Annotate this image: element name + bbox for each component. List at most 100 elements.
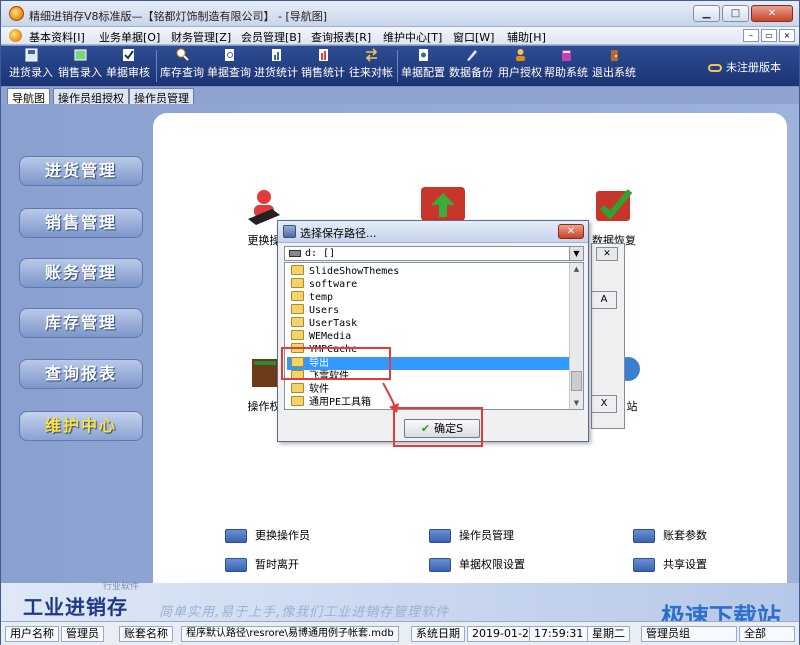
tool-doc-query[interactable]: 单据查询 [207, 48, 251, 80]
feature-label: 操作权 [247, 400, 281, 413]
link-doc-permission-settings[interactable]: 单据权限设置 [429, 556, 525, 572]
tool-stock-query[interactable]: 库存查询 [160, 48, 204, 80]
drive-select[interactable]: d: [] ▼ [284, 246, 584, 261]
link-change-operator[interactable]: 更换操作员 [225, 527, 310, 543]
scroll-thumb[interactable] [571, 371, 582, 391]
tab-operator-group-auth[interactable]: 操作员组授权 [53, 88, 129, 105]
tool-doc-config[interactable]: 单据配置 [401, 48, 445, 80]
folder-item[interactable]: Users [291, 304, 569, 317]
mdi-restore-button[interactable]: ▭ [761, 29, 777, 42]
folder-icon [291, 304, 304, 314]
menu-maintenance[interactable]: 维护中心[T] [383, 29, 442, 45]
status-weekday: 星期二 [587, 626, 630, 642]
folder-list[interactable]: SlideShowThemes software temp Users User… [284, 262, 584, 410]
tool-data-backup[interactable]: 数据备份 [449, 48, 493, 80]
tool-user-auth[interactable]: 用户授权 [498, 48, 542, 80]
dialog-close-button[interactable]: ✕ [558, 224, 584, 239]
folder-item[interactable]: 软件 [291, 383, 569, 396]
link-temporary-leave[interactable]: 暂时离开 [225, 556, 299, 572]
tool-label: 销售统计 [301, 66, 345, 79]
tool-purchase-stats[interactable]: 进货统计 [254, 48, 298, 80]
folder-item[interactable]: temp [291, 291, 569, 304]
toolbar-separator [156, 50, 157, 82]
folder-item[interactable]: software [291, 278, 569, 291]
tool-label: 进货录入 [9, 66, 53, 79]
menu-finance[interactable]: 财务管理[Z] [171, 29, 231, 45]
folder-item[interactable]: UserTask [291, 317, 569, 330]
chevron-down-icon[interactable]: ▼ [569, 247, 583, 260]
folder-name: UserTask [309, 318, 358, 329]
background-dialog-button-a[interactable]: A [591, 291, 617, 309]
tool-purchase-entry[interactable]: 进货录入 [9, 48, 53, 80]
tool-reconcile[interactable]: 往来对帐 [349, 48, 393, 80]
nav-inventory-management[interactable]: 库存管理 [19, 308, 143, 338]
toolbar-separator [397, 50, 398, 82]
menu-help[interactable]: 辅助[H] [507, 29, 546, 45]
status-user: 管理员 [61, 626, 104, 642]
folder-list-scrollbar[interactable]: ▲ ▼ [569, 263, 583, 409]
link-label: 共享设置 [663, 558, 707, 571]
exit-icon [610, 50, 618, 61]
highlight-ok-button [393, 407, 483, 447]
tool-label: 销售录入 [58, 66, 102, 79]
folder-icon [291, 396, 304, 406]
tool-exit[interactable]: 退出系统 [592, 48, 636, 80]
tool-label: 单据配置 [401, 66, 445, 79]
registration-status[interactable]: 未注册版本 [708, 59, 781, 75]
tab-operator-management[interactable]: 操作员管理 [129, 88, 194, 105]
monitor-icon [429, 529, 451, 543]
monitor-icon [429, 558, 451, 572]
nav-accounts-management[interactable]: 账务管理 [19, 258, 143, 288]
link-share-settings[interactable]: 共享设置 [633, 556, 707, 572]
feature-label: 更换操 [247, 234, 281, 247]
menu-basic-info[interactable]: 基本资料[I] [29, 29, 85, 45]
main-window: 精细进销存V8标准版—【铭都灯饰制造有限公司】 - [导航图] ▁ □ ✕ 基本… [0, 0, 800, 645]
mdi-minimize-button[interactable]: – [743, 29, 759, 42]
doc-search-icon [224, 49, 234, 61]
tool-sales-entry[interactable]: 销售录入 [58, 48, 102, 80]
menu-window[interactable]: 窗口[W] [453, 29, 494, 45]
unregistered-label: 未注册版本 [726, 61, 781, 74]
status-set-label: 账套名称 [119, 626, 173, 642]
folder-name: SlideShowThemes [309, 266, 400, 277]
tool-sales-stats[interactable]: 销售统计 [301, 48, 345, 80]
status-date-label: 系统日期 [411, 626, 465, 642]
link-operator-management[interactable]: 操作员管理 [429, 527, 514, 543]
nav-purchase-management[interactable]: 进货管理 [19, 156, 143, 186]
feature-data-restore[interactable]: 数据恢复 [587, 187, 641, 248]
menu-members[interactable]: 会员管理[B] [241, 29, 301, 45]
link-label: 账套参数 [663, 529, 707, 542]
menu-business-docs[interactable]: 业务单据[O] [99, 29, 160, 45]
dialog-title: 选择保存路径... [300, 227, 377, 240]
folder-item[interactable]: SlideShowThemes [291, 265, 569, 278]
tool-help[interactable]: 帮助系统 [544, 48, 588, 80]
data-backup-icon[interactable] [421, 187, 465, 221]
minimize-button[interactable]: ▁ [693, 5, 720, 22]
tool-label: 单据查询 [207, 66, 251, 79]
app-logo-icon [9, 6, 24, 21]
nav-query-reports[interactable]: 查询报表 [19, 359, 143, 389]
background-dialog-button-x[interactable]: X [591, 395, 617, 413]
user-icon [515, 49, 525, 61]
disk-icon [25, 48, 37, 62]
chart-icon [318, 49, 328, 61]
link-set-params[interactable]: 账套参数 [633, 527, 707, 543]
tab-nav-map[interactable]: 导航图 [7, 88, 50, 105]
brand-name: 工业进销存 [23, 595, 128, 619]
menu-reports[interactable]: 查询报表[R] [311, 29, 371, 45]
scroll-up-icon[interactable]: ▲ [570, 263, 583, 275]
folder-name: 通用PE工具箱 [309, 397, 372, 408]
tool-doc-audit[interactable]: 单据审核 [106, 48, 150, 80]
folder-item[interactable]: WEMedia [291, 330, 569, 343]
maximize-button[interactable]: □ [722, 5, 749, 22]
link-label: 单据权限设置 [459, 558, 525, 571]
close-button[interactable]: ✕ [751, 5, 793, 22]
nav-sales-management[interactable]: 销售管理 [19, 208, 143, 238]
tool-label: 退出系统 [592, 66, 636, 79]
tool-label: 往来对帐 [349, 66, 393, 79]
mdi-close-button[interactable]: × [779, 29, 795, 42]
nav-maintenance-center[interactable]: 维护中心 [19, 411, 143, 441]
status-time: 17:59:31 [529, 626, 589, 642]
scroll-down-icon[interactable]: ▼ [570, 397, 583, 409]
background-dialog-close-button[interactable]: ✕ [596, 247, 618, 261]
